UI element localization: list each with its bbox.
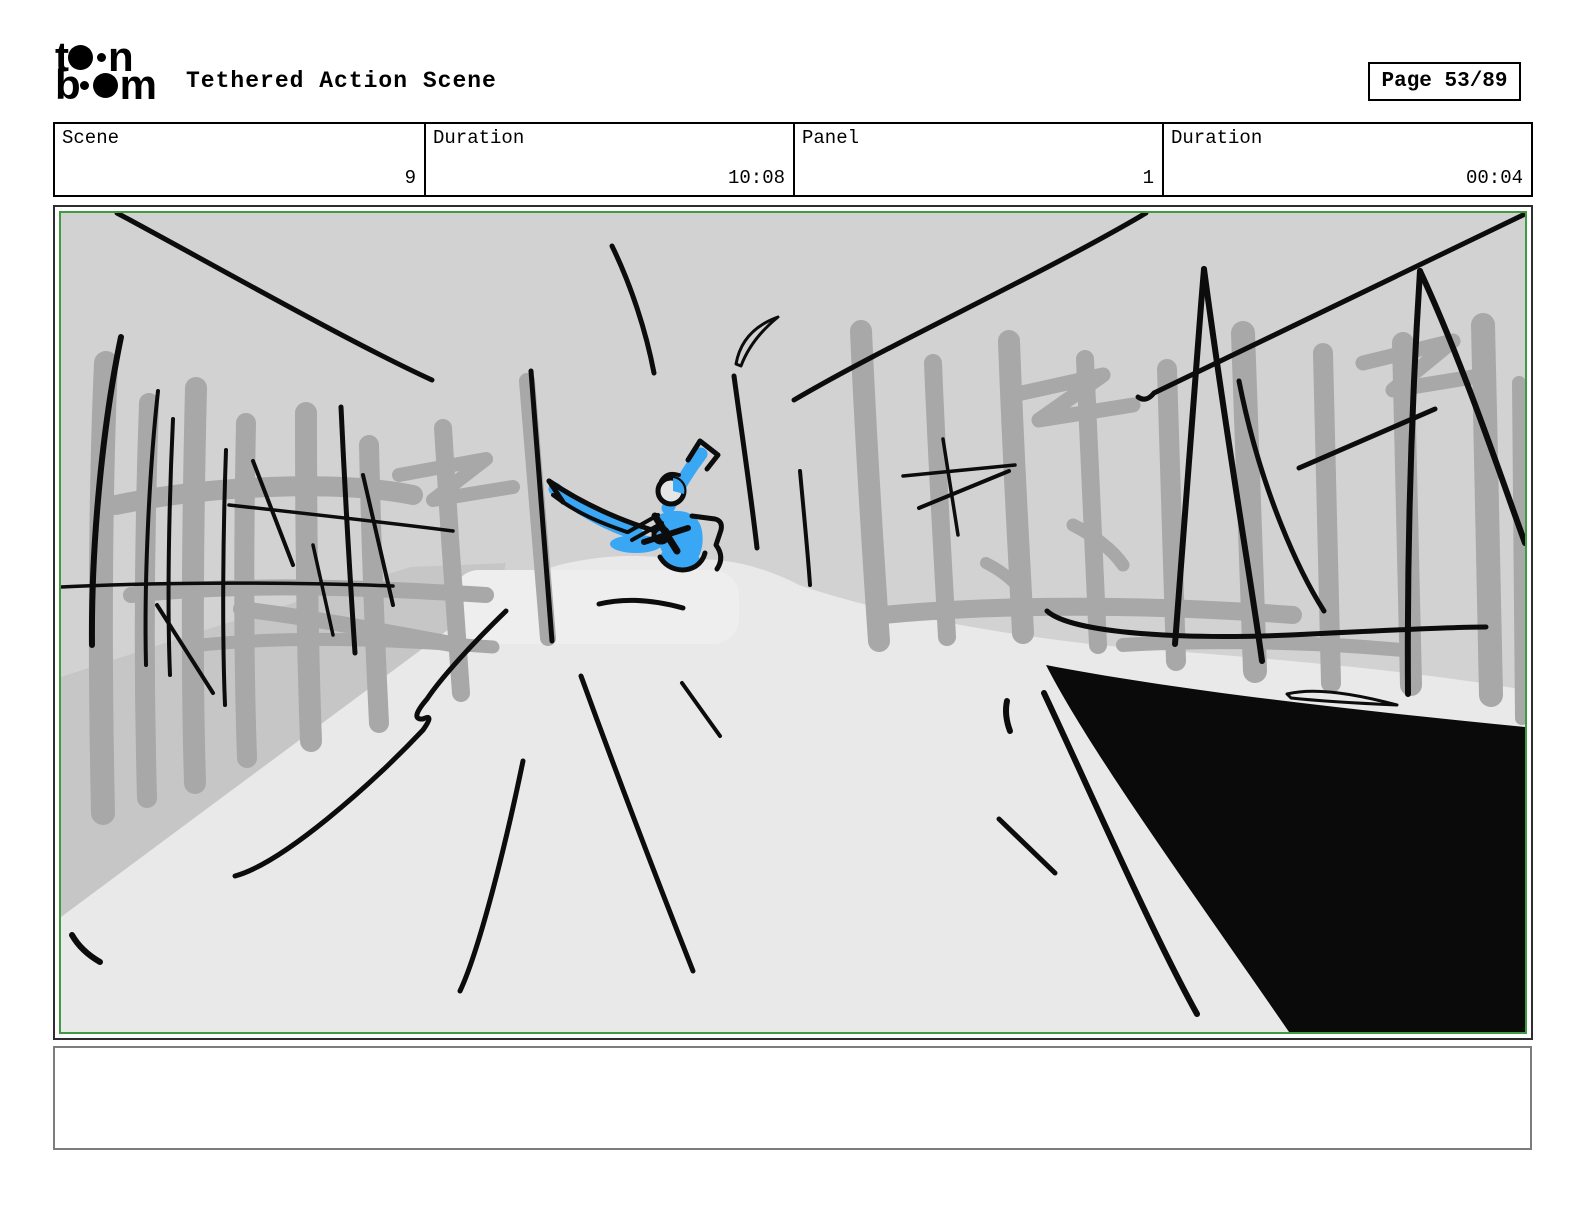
meta-label: Duration: [433, 127, 525, 149]
logo-letter: m: [119, 61, 157, 108]
storyboard-panel-drawing: [61, 213, 1525, 1032]
panel-metadata-table: Scene 9 Duration 10:08 Panel 1 Duration …: [53, 122, 1533, 197]
meta-label: Scene: [62, 127, 120, 149]
meta-cell-panel: Panel 1: [793, 124, 1162, 195]
logo-dot-small-icon: [97, 52, 106, 62]
meta-cell-panel-duration: Duration 00:04: [1162, 124, 1531, 195]
logo-dot-large-icon: [92, 72, 118, 98]
toon-boom-logo: t n b m: [55, 36, 185, 108]
logo-row-bottom: b m: [55, 61, 185, 108]
logo-letter: b: [55, 61, 81, 108]
logo-dot-small-icon: [79, 80, 89, 90]
page-number-box: Page 53/89: [1368, 62, 1521, 101]
camera-frame-border: [59, 211, 1527, 1034]
meta-value: 1: [1142, 167, 1154, 189]
caption-box: [53, 1046, 1532, 1150]
storyboard-page: t n b m Tethered Action Scene Page 53/89…: [0, 0, 1584, 1224]
project-title: Tethered Action Scene: [186, 68, 497, 94]
meta-value: 10:08: [727, 167, 785, 189]
meta-label: Panel: [802, 127, 860, 149]
meta-cell-scene-duration: Duration 10:08: [424, 124, 793, 195]
meta-label: Duration: [1171, 127, 1263, 149]
meta-cell-scene: Scene 9: [55, 124, 424, 195]
meta-value: 9: [404, 167, 416, 189]
storyboard-panel-frame: [53, 205, 1533, 1040]
meta-value: 00:04: [1465, 167, 1523, 189]
